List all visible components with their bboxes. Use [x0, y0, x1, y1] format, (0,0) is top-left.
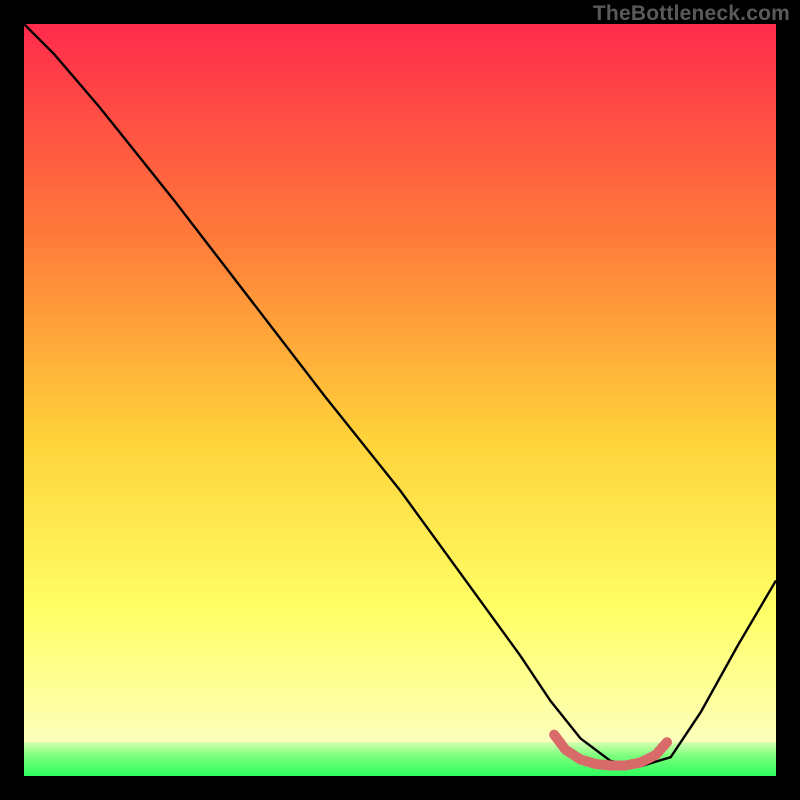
gradient-background	[24, 24, 776, 776]
chart-container: TheBottleneck.com	[0, 0, 800, 800]
bottleneck-chart	[24, 24, 776, 776]
attribution-label: TheBottleneck.com	[593, 2, 790, 26]
